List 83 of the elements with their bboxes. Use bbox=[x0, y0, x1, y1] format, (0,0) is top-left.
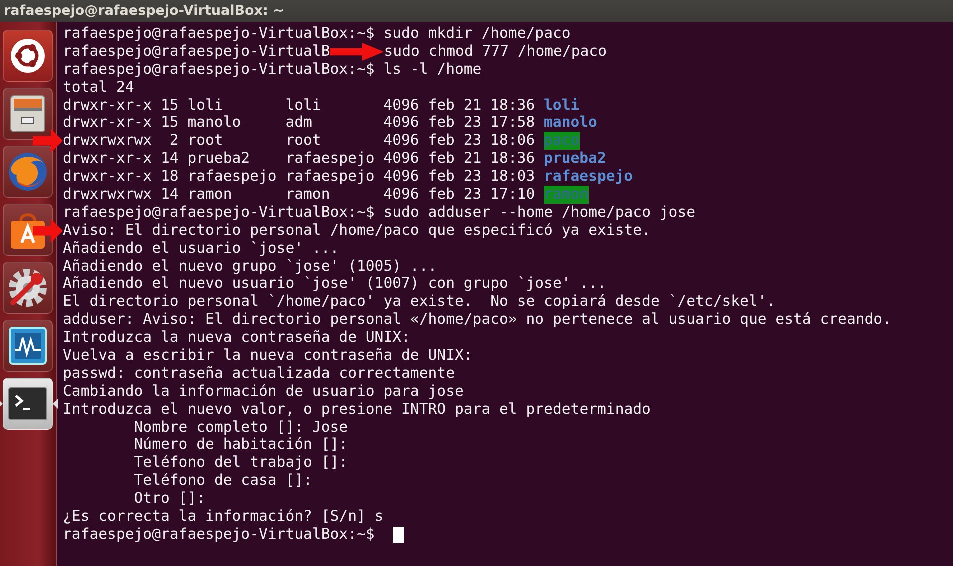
file-cabinet-icon bbox=[9, 94, 47, 134]
owner-text: root bbox=[188, 132, 224, 150]
date-text: feb 21 18:36 bbox=[428, 150, 536, 168]
command-text: sudo adduser --home /home/paco jose bbox=[384, 204, 696, 222]
group-text: rafaespejo bbox=[286, 168, 376, 186]
monitor-graph-icon bbox=[8, 326, 48, 366]
output-text: Número de habitación []: bbox=[134, 436, 348, 454]
output-text: Introduzca el nuevo valor, o presione INTRO para el predeterminado bbox=[63, 400, 651, 419]
date-text: feb 23 18:06 bbox=[428, 132, 536, 150]
owner-text: prueba2 bbox=[188, 150, 252, 168]
directory-name: loli bbox=[544, 96, 580, 114]
launcher-item[interactable] bbox=[3, 88, 53, 140]
group-text: ramon bbox=[286, 186, 332, 204]
prompt-text: rafaespejo@rafaespejo-VirtualBox:~$ bbox=[63, 204, 375, 222]
directory-name: rafaespejo bbox=[544, 168, 634, 186]
links-count: 2 bbox=[168, 132, 180, 150]
launcher-item[interactable] bbox=[3, 30, 53, 82]
size-text: 4096 bbox=[384, 96, 420, 114]
window-title: rafaespejo@rafaespejo-VirtualBox: ~ bbox=[4, 3, 284, 19]
launcher-item[interactable] bbox=[3, 320, 53, 372]
group-text: loli bbox=[286, 96, 322, 114]
output-text: adduser: Aviso: El directorio personal «/home/paco» no pertenece al usuario que está creando. bbox=[63, 311, 892, 330]
launcher-item[interactable] bbox=[3, 204, 53, 256]
date-text: feb 23 17:58 bbox=[428, 114, 536, 132]
links-count: 14 bbox=[160, 150, 180, 168]
output-text: Cambiando la información de usuario para jose bbox=[63, 382, 464, 401]
command-text: sudo mkdir /home/paco bbox=[384, 25, 571, 43]
permissions-text: drwxr-xr-x bbox=[63, 114, 154, 132]
size-text: 4096 bbox=[384, 186, 420, 204]
group-text: adm bbox=[286, 114, 314, 132]
output-text: Nombre completo []: Jose bbox=[134, 418, 348, 436]
owner-text: ramon bbox=[188, 186, 234, 204]
date-text: feb 23 17:10 bbox=[428, 186, 536, 204]
prompt-text: rafaespejo@rafaespejo-VirtualBox:~$ bbox=[63, 25, 375, 43]
group-text: root bbox=[286, 132, 322, 150]
output-text: Añadiendo el usuario `jose' ... bbox=[63, 240, 340, 258]
links-count: 15 bbox=[160, 114, 180, 132]
output-text: Aviso: El directorio personal /home/paco que especificó ya existe. bbox=[63, 222, 651, 240]
output-text: Teléfono de casa []: bbox=[134, 472, 312, 490]
output-text: ¿Es correcta la información? [S/n] s bbox=[63, 508, 384, 526]
size-text: 4096 bbox=[384, 168, 420, 186]
links-count: 15 bbox=[160, 96, 180, 114]
directory-name: ramon bbox=[544, 186, 589, 204]
output-text: Añadiendo el nuevo grupo `jose' (1005) ... bbox=[63, 258, 438, 276]
permissions-text: drwxr-xr-x bbox=[63, 150, 154, 168]
size-text: 4096 bbox=[384, 150, 420, 168]
output-text: Vuelva a escribir la nueva contraseña de UNIX: bbox=[63, 347, 473, 365]
output-text: Teléfono del trabajo []: bbox=[134, 454, 348, 472]
output-text: total 24 bbox=[63, 78, 134, 97]
gear-wrench-icon bbox=[7, 267, 49, 309]
directory-name: paco bbox=[544, 132, 580, 150]
permissions-text: drwxr-xr-x bbox=[63, 96, 154, 114]
group-text: rafaespejo bbox=[286, 150, 376, 168]
terminal-icon bbox=[8, 387, 48, 421]
links-count: 18 bbox=[160, 168, 180, 186]
permissions-text: drwxrwxrwx bbox=[63, 186, 154, 204]
permissions-text: drwxr-xr-x bbox=[63, 168, 154, 186]
owner-text: loli bbox=[188, 96, 224, 114]
output-text: El directorio personal `/home/paco' ya existe. No se copiará desde `/etc/skel'. bbox=[63, 293, 776, 312]
output-text: Añadiendo el nuevo usuario `jose' (1007) con grupo `jose' ... bbox=[63, 275, 606, 294]
prompt-text: rafaespejo@rafaespejo-VirtualBox:~$ bbox=[63, 60, 375, 79]
prompt-text: rafaespejo@rafaespejo-VirtualBox:~$ bbox=[63, 526, 375, 544]
directory-name: prueba2 bbox=[544, 150, 606, 168]
prompt-text: rafaespejo@rafaespejo-VirtualB bbox=[63, 42, 330, 61]
launcher-item[interactable] bbox=[3, 262, 53, 314]
command-text: ls -l /home bbox=[384, 60, 482, 79]
launcher-item[interactable] bbox=[3, 378, 53, 430]
ubuntu-logo-icon bbox=[10, 38, 46, 74]
links-count: 14 bbox=[160, 186, 180, 204]
output-text: Otro []: bbox=[134, 490, 206, 508]
owner-text: manolo bbox=[188, 114, 242, 132]
output-text: passwd: contraseña actualizada correctamente bbox=[63, 364, 455, 383]
owner-text: rafaespejo bbox=[188, 168, 278, 186]
date-text: feb 21 18:36 bbox=[428, 96, 536, 114]
focus-indicator-icon bbox=[53, 399, 58, 409]
fox-globe-icon bbox=[7, 151, 49, 193]
directory-name: manolo bbox=[544, 114, 598, 132]
date-text: feb 23 18:03 bbox=[428, 168, 536, 186]
size-text: 4096 bbox=[384, 114, 420, 132]
permissions-text: drwxrwxrwx bbox=[63, 132, 154, 150]
command-text: sudo chmod 777 /home/paco bbox=[384, 42, 607, 61]
output-text: Introduzca la nueva contraseña de UNIX: bbox=[63, 329, 410, 348]
size-text: 4096 bbox=[384, 132, 420, 150]
